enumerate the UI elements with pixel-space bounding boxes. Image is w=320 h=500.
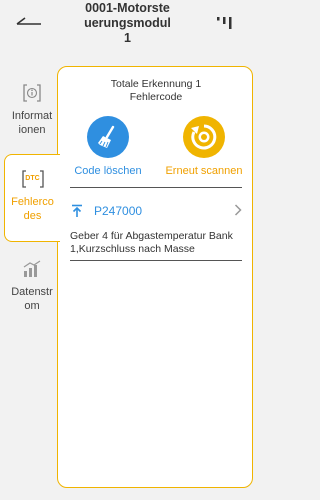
sidebar-item-fehlercodes[interactable]: DTC Fehlerco des	[4, 154, 60, 242]
back-button[interactable]	[14, 14, 44, 34]
clear-codes-label: Code löschen	[74, 165, 142, 177]
sidebar-item-label: Informat ionen	[11, 110, 53, 136]
divider	[70, 187, 242, 188]
fault-code-row[interactable]: P247000	[70, 200, 242, 222]
info-doc-icon	[21, 82, 43, 104]
sidebar-item-informationen[interactable]: Informat ionen	[4, 80, 60, 150]
broom-icon	[87, 116, 129, 158]
sidebar-item-label: Fehlerco des	[11, 196, 54, 222]
fault-code-panel: Totale Erkennung 1 Fehlercode Code lösch…	[57, 66, 253, 488]
app-header: 0001-Motorste uerungsmodul 1	[0, 0, 255, 48]
rescan-icon	[183, 116, 225, 158]
page-title: 0001-Motorste uerungsmodul 1	[84, 1, 171, 45]
divider	[70, 260, 242, 261]
clear-codes-button[interactable]: Code löschen	[60, 116, 156, 177]
fault-code: P247000	[94, 204, 143, 218]
signal-bars-button[interactable]	[212, 14, 236, 34]
detection-summary: Totale Erkennung 1 Fehlercode	[110, 78, 202, 103]
sidebar-item-label: Datenstr om	[11, 286, 53, 312]
rescan-button[interactable]: Erneut scannen	[156, 116, 252, 177]
sidebar-item-datenstrom[interactable]: Datenstr om	[4, 256, 60, 326]
dtc-icon: DTC	[21, 169, 45, 189]
back-arrow-icon	[16, 17, 41, 25]
upload-icon	[72, 204, 82, 217]
rescan-label: Erneut scannen	[165, 165, 243, 177]
chevron-right-icon	[234, 204, 242, 216]
signal-bars-icon	[217, 17, 232, 29]
data-stream-icon	[21, 258, 43, 280]
fault-description: Geber 4 für Abgastemperatur Bank 1,Kurzs…	[70, 230, 233, 255]
